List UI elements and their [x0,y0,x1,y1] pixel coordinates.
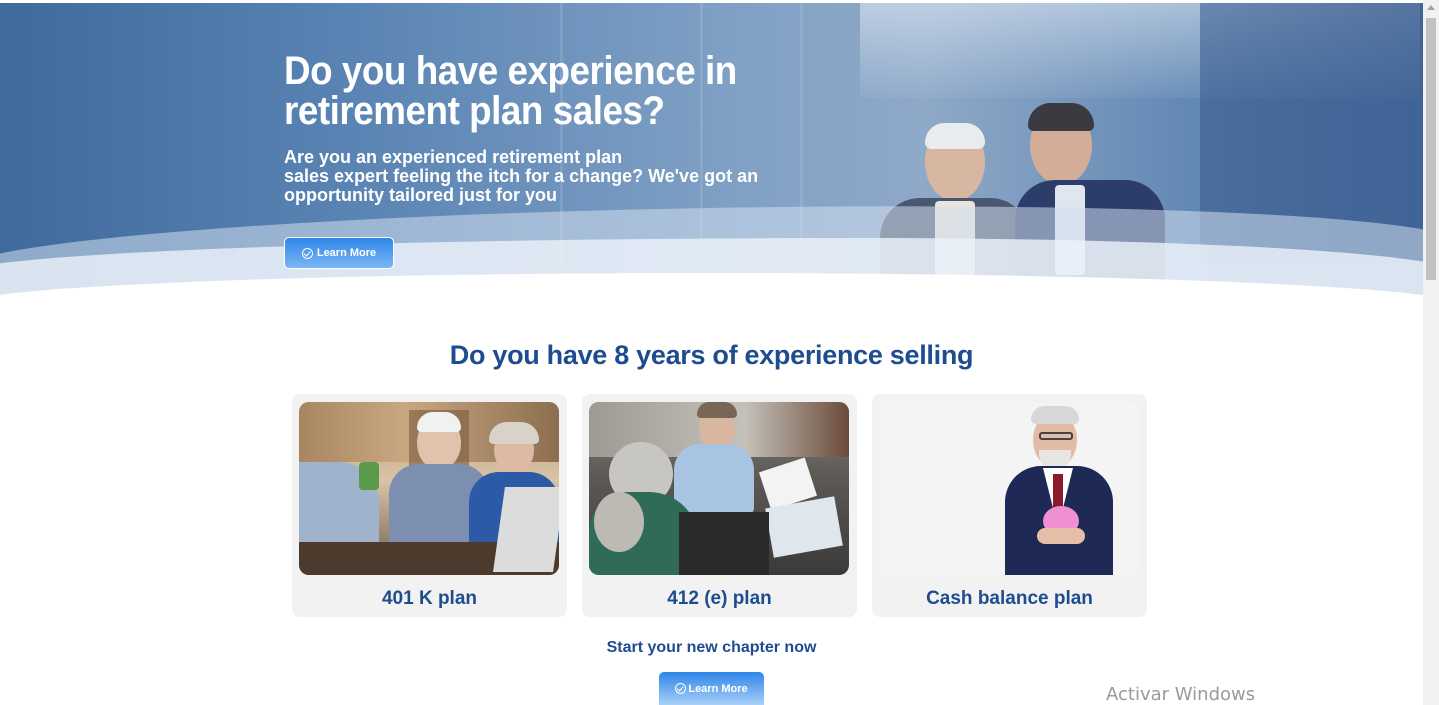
check-circle-icon [301,247,313,259]
windows-activation-watermark: Activar Windows [1106,684,1256,705]
scroll-thumb[interactable] [1426,18,1436,280]
cta-learn-more-button[interactable]: Learn More [659,672,764,705]
card-image-man-piggy-bank [879,402,1139,575]
card-label: Cash balance plan [926,588,1093,609]
card-412e-plan[interactable]: 412 (e) plan [582,394,857,617]
hero-learn-more-label: Learn More [316,247,377,259]
card-401k-plan[interactable]: 401 K plan [292,394,567,617]
hero-learn-more-button[interactable]: Learn More [284,237,394,269]
plan-cards: 401 K plan 412 (e) plan Cash balance pla… [292,394,1147,617]
card-cash-balance-plan[interactable]: Cash balance plan [872,394,1147,617]
page-scrollbar[interactable] [1423,0,1439,705]
cta-learn-more-label: Learn More [688,682,748,695]
card-label: 401 K plan [381,588,478,609]
check-circle-icon [675,683,687,694]
hero-title: Do you have experience in retirement pla… [284,49,737,133]
card-image-advisor-meeting [589,402,849,575]
card-image-elderly-couple [299,402,559,575]
card-label: 412 (e) plan [667,588,772,609]
hero-banner: Do you have experience in retirement pla… [0,3,1423,295]
hero-subtitle: Are you an experienced retirement plan s… [284,147,759,205]
cta-text: Start your new chapter now [606,639,817,656]
scroll-up-arrow-icon[interactable] [1427,5,1435,10]
section-title: Do you have 8 years of experience sellin… [449,340,974,370]
